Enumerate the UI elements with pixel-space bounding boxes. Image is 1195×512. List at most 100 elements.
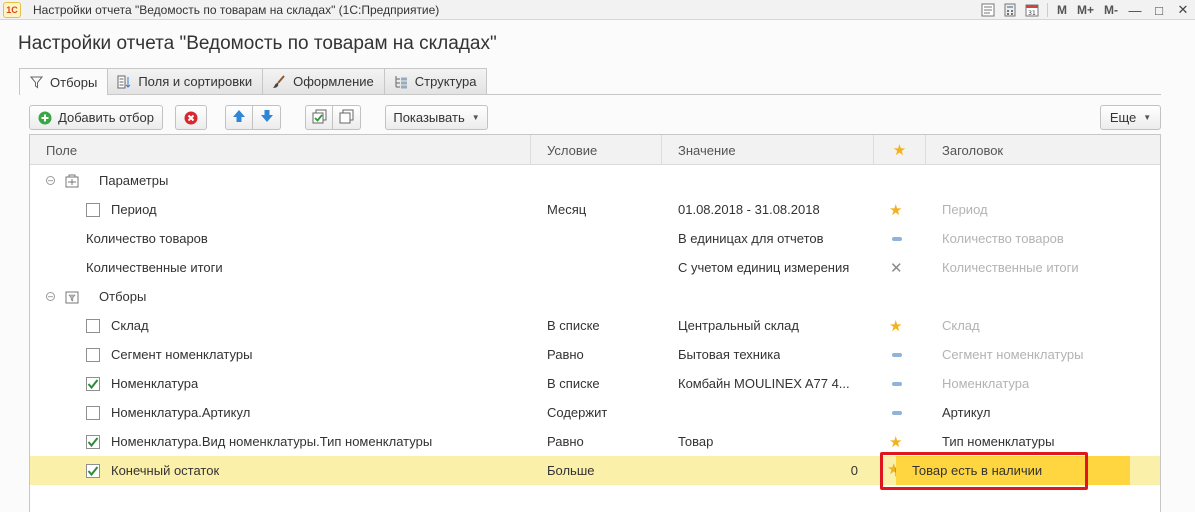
group-row-filters[interactable]: – Отборы — [30, 282, 1160, 311]
table-row[interactable]: Сегмент номенклатуры Равно Бытовая техни… — [30, 340, 1160, 369]
show-label: Показывать — [393, 110, 465, 125]
memory-m-plus-button[interactable]: M+ — [1072, 3, 1099, 17]
add-green-icon — [38, 111, 52, 125]
dash-icon[interactable] — [892, 236, 902, 241]
title: Склад — [942, 318, 980, 333]
table-row[interactable]: Склад В списке Центральный склад ★ Склад — [30, 311, 1160, 340]
field-name: Номенклатура — [111, 376, 199, 391]
star-icon[interactable]: ★ — [889, 317, 902, 335]
dash-icon[interactable] — [892, 381, 902, 386]
move-up-button[interactable] — [225, 105, 253, 130]
title: Период — [942, 202, 988, 217]
title: Артикул — [942, 405, 991, 420]
title: Количественные итоги — [942, 260, 1079, 275]
value: Товар — [678, 434, 714, 449]
group-label: Параметры — [99, 173, 169, 188]
column-header-title[interactable]: Заголовок — [926, 135, 1160, 165]
calendar-icon[interactable]: 31 — [1021, 0, 1043, 20]
column-header-condition[interactable]: Условие — [531, 135, 662, 165]
svg-text:31: 31 — [1028, 10, 1036, 17]
calculator-icon[interactable] — [999, 0, 1021, 20]
condition: В списке — [547, 376, 600, 391]
value: С учетом единиц измерения — [678, 260, 850, 275]
tab-filters[interactable]: Отборы — [19, 68, 109, 95]
uncheck-all-icon — [339, 109, 354, 127]
collapse-toggle-icon[interactable]: – — [46, 176, 55, 185]
tab-label: Структура — [414, 74, 477, 89]
memory-m-minus-button[interactable]: M- — [1099, 3, 1123, 17]
delete-red-icon — [184, 111, 198, 125]
value: 01.08.2018 - 31.08.2018 — [678, 202, 820, 217]
row-checkbox-checked[interactable] — [86, 463, 100, 478]
star-icon[interactable]: ★ — [889, 433, 902, 451]
field-name: Период — [111, 202, 157, 217]
brush-icon — [271, 74, 287, 90]
uncheck-all-button[interactable] — [333, 105, 361, 130]
table-row[interactable]: Номенклатура.Артикул Содержит Артикул — [30, 398, 1160, 427]
arrow-up-icon — [232, 109, 246, 126]
title: Количество товаров — [942, 231, 1064, 246]
report-icon[interactable] — [977, 0, 999, 20]
collapse-toggle-icon[interactable]: – — [46, 292, 55, 301]
separator — [1046, 3, 1048, 17]
check-all-icon — [312, 109, 327, 127]
table-row[interactable]: Номенклатура В списке Комбайн MOULINEX A… — [30, 369, 1160, 398]
field-name: Склад — [111, 318, 149, 333]
column-header-value[interactable]: Значение — [662, 135, 874, 165]
star-icon[interactable]: ★ — [889, 201, 902, 219]
arrow-down-icon — [260, 109, 274, 126]
dash-icon[interactable] — [892, 410, 902, 415]
dropdown-caret-icon: ▼ — [471, 113, 480, 122]
tab-fields-sorting[interactable]: Поля и сортировки — [107, 68, 264, 94]
tab-bar: Отборы Поля и сортировки Оформление Стру… — [19, 68, 488, 95]
close-window-button[interactable]: ✕ — [1171, 0, 1195, 20]
field-name: Номенклатура.Артикул — [111, 405, 251, 420]
condition: В списке — [547, 318, 600, 333]
row-checkbox[interactable] — [86, 318, 100, 333]
row-checkbox-checked[interactable] — [86, 376, 100, 391]
row-checkbox[interactable] — [86, 347, 100, 362]
memory-m-button[interactable]: M — [1052, 3, 1072, 17]
checkmark-icon — [87, 465, 99, 476]
dash-icon[interactable] — [892, 352, 902, 357]
more-button[interactable]: Еще ▼ — [1100, 105, 1161, 130]
table-row[interactable]: Количественные итоги С учетом единиц изм… — [30, 253, 1160, 282]
tab-label: Поля и сортировки — [138, 74, 253, 89]
condition: Больше — [547, 463, 595, 478]
column-header-field[interactable]: Поле — [30, 135, 531, 165]
row-checkbox-checked[interactable] — [86, 434, 100, 449]
check-all-button[interactable] — [305, 105, 333, 130]
filters-group-icon — [63, 288, 81, 306]
fields-sort-icon — [116, 74, 132, 90]
field-name: Количественные итоги — [86, 260, 223, 275]
value: Бытовая техника — [678, 347, 781, 362]
checkmark-icon — [87, 436, 99, 447]
app-logo-icon: 1С — [3, 1, 21, 18]
maximize-button[interactable]: □ — [1147, 0, 1171, 20]
column-header-star-icon[interactable]: ★ — [874, 135, 926, 165]
tab-structure[interactable]: Структура — [383, 68, 488, 94]
row-checkbox[interactable] — [86, 405, 100, 420]
table-row[interactable]: Количество товаров В единицах для отчето… — [30, 224, 1160, 253]
minimize-button[interactable]: — — [1123, 0, 1147, 20]
window-title-bar: 1С Настройки отчета "Ведомость по товара… — [0, 0, 1195, 20]
tab-appearance[interactable]: Оформление — [262, 68, 385, 94]
group-row-parameters[interactable]: – Параметры — [30, 166, 1160, 195]
dropdown-caret-icon: ▼ — [1143, 113, 1152, 122]
cross-icon[interactable]: ✕ — [890, 259, 903, 277]
value: 0 — [850, 463, 858, 478]
form-title: Настройки отчета "Ведомость по товарам н… — [18, 33, 497, 54]
row-checkbox[interactable] — [86, 202, 100, 217]
move-down-button[interactable] — [253, 105, 281, 130]
field-name: Номенклатура.Вид номенклатуры.Тип номенк… — [111, 434, 433, 449]
show-dropdown-button[interactable]: Показывать ▼ — [385, 105, 488, 130]
tab-label: Отборы — [50, 74, 98, 90]
condition: Месяц — [547, 202, 587, 217]
table-row[interactable]: Период Месяц 01.08.2018 - 31.08.2018 ★ П… — [30, 195, 1160, 224]
value: Центральный склад — [678, 318, 799, 333]
add-filter-button[interactable]: Добавить отбор — [29, 105, 163, 130]
delete-button[interactable] — [175, 105, 207, 130]
value: Комбайн MOULINEX A77 4... — [678, 376, 850, 391]
group-label: Отборы — [99, 289, 147, 304]
field-name: Количество товаров — [86, 231, 208, 246]
